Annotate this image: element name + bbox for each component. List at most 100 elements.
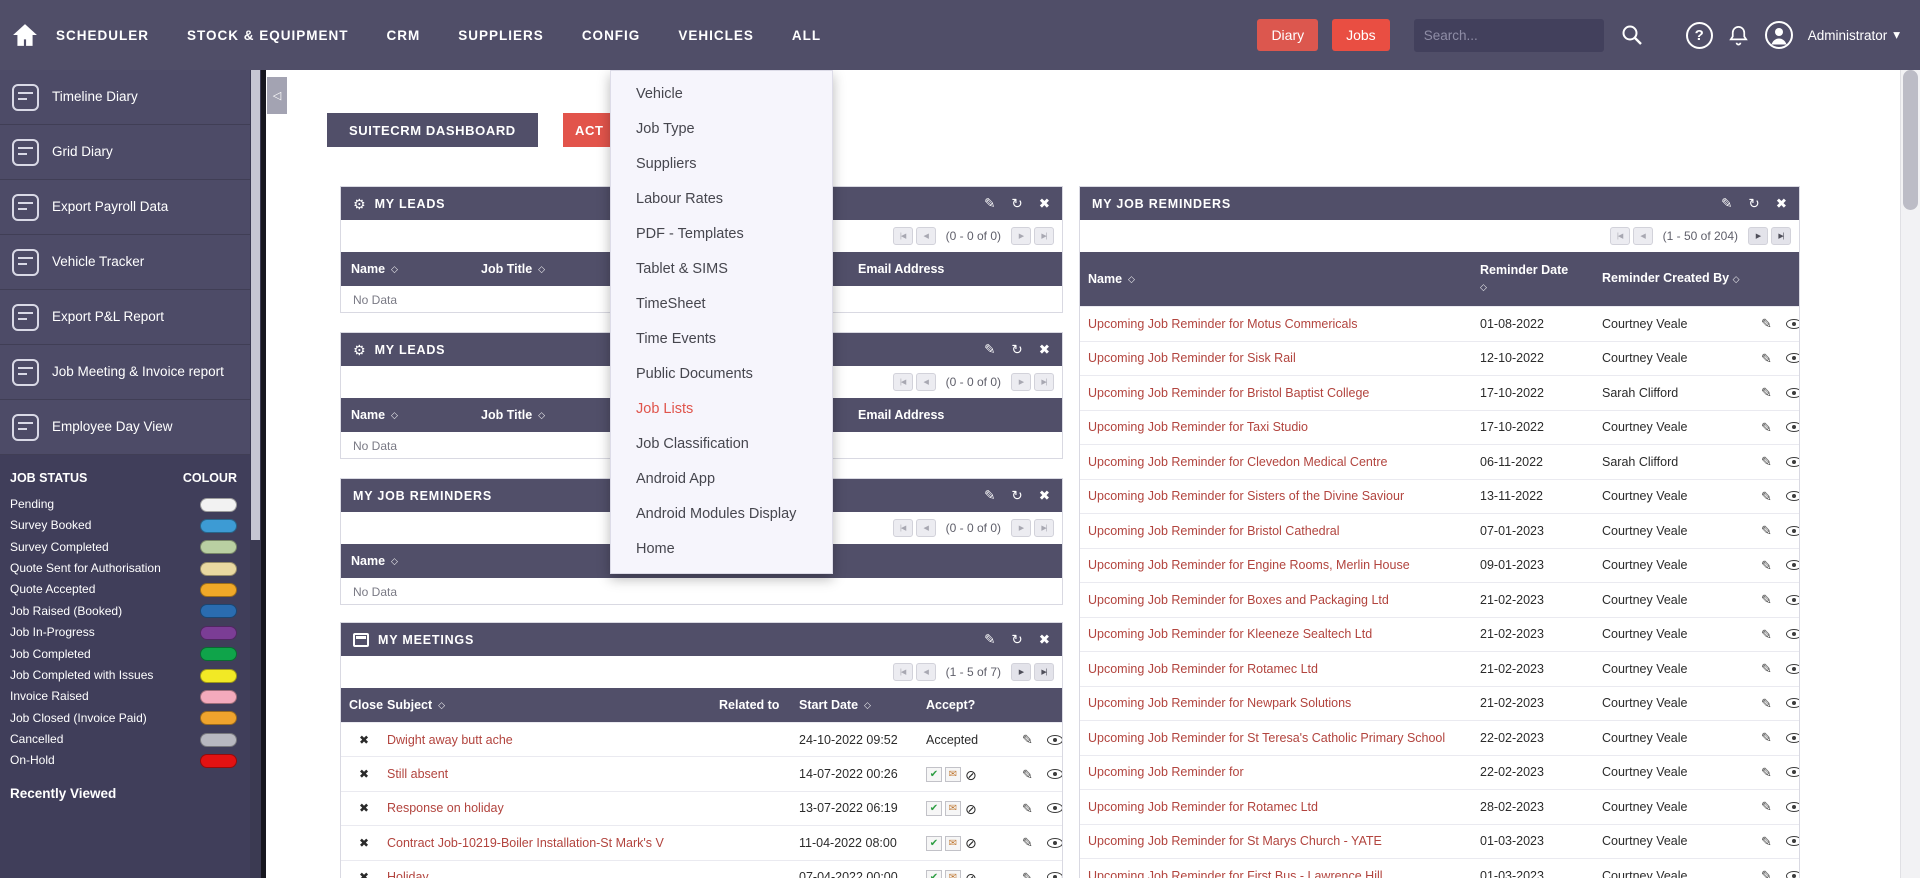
close-meeting-icon[interactable] [341,801,387,815]
refresh-panel-icon[interactable] [1748,197,1759,211]
config-menu-item[interactable]: Labour Rates [611,182,832,217]
reminder-link[interactable]: Upcoming Job Reminder for Taxi Studio [1088,420,1480,434]
column-header-start-date[interactable]: Start Date [799,698,926,712]
meeting-subject-link[interactable]: Still absent [387,767,719,781]
edit-icon[interactable] [1761,628,1772,641]
reminder-link[interactable]: Upcoming Job Reminder for St Marys Churc… [1088,834,1480,848]
close-meeting-icon[interactable] [341,870,387,878]
edit-icon[interactable] [1022,802,1033,815]
pagination-last-button[interactable] [1034,663,1054,681]
home-icon[interactable] [12,23,38,47]
meeting-subject-link[interactable]: Dwight away butt ache [387,733,719,747]
meeting-subject-link[interactable]: Contract Job-10219-Boiler Installation-S… [387,836,719,850]
edit-icon[interactable] [1761,421,1772,434]
search-input[interactable] [1423,27,1594,43]
view-icon[interactable] [1785,629,1799,640]
view-icon[interactable] [1785,387,1799,398]
reminder-link[interactable]: Upcoming Job Reminder for Newpark Soluti… [1088,696,1480,710]
help-icon[interactable] [1685,21,1713,49]
edit-panel-icon[interactable] [984,633,995,647]
view-icon[interactable] [1785,353,1799,364]
edit-icon[interactable] [1761,455,1772,468]
pagination-next-button[interactable] [1011,519,1031,537]
edit-icon[interactable] [1022,871,1033,878]
edit-icon[interactable] [1022,768,1033,781]
column-header-accept[interactable]: Accept? [926,698,1018,712]
view-icon[interactable] [1785,491,1799,502]
sidebar-item[interactable]: Job Meeting & Invoice report [0,345,250,400]
reminder-link[interactable]: Upcoming Job Reminder for [1088,765,1480,779]
config-menu-item[interactable]: Time Events [611,322,832,357]
view-icon[interactable] [1785,663,1799,674]
remove-panel-icon[interactable] [1039,343,1050,357]
remove-panel-icon[interactable] [1776,197,1787,211]
pagination-last-button[interactable] [1034,227,1054,245]
nav-item[interactable]: SUPPLIERS [458,28,544,43]
view-icon[interactable] [1785,525,1799,536]
close-meeting-icon[interactable] [341,767,387,781]
pagination-first-button[interactable] [892,519,913,537]
view-icon[interactable] [1785,594,1799,605]
refresh-panel-icon[interactable] [1011,489,1022,503]
column-header-name[interactable]: Name [351,262,481,276]
view-icon[interactable] [1046,803,1062,814]
reminder-link[interactable]: Upcoming Job Reminder for Engine Rooms, … [1088,558,1480,572]
decline-icon[interactable] [965,871,977,878]
config-menu-item[interactable]: TimeSheet [611,287,832,322]
nav-item[interactable]: SCHEDULER [56,28,149,43]
config-menu-item[interactable]: Android Modules Display [611,497,832,532]
accept-icon[interactable] [926,801,942,817]
view-icon[interactable] [1046,837,1062,848]
edit-icon[interactable] [1761,869,1772,878]
nav-item[interactable]: CRM [387,28,421,43]
remove-panel-icon[interactable] [1039,197,1050,211]
nav-item[interactable]: VEHICLES [678,28,754,43]
pagination-previous-button[interactable] [915,227,936,245]
reminder-link[interactable]: Upcoming Job Reminder for Rotamec Ltd [1088,662,1480,676]
tentative-icon[interactable] [945,870,961,878]
pagination-previous-button[interactable] [915,663,936,681]
sidebar-item[interactable]: Employee Day View [0,400,250,455]
reminder-link[interactable]: Upcoming Job Reminder for Bristol Cathed… [1088,524,1480,538]
sidebar-item[interactable]: Export Payroll Data [0,180,250,235]
column-header-created-by[interactable]: Reminder Created By [1602,271,1757,287]
config-menu-item[interactable]: Tablet & SIMS [611,252,832,287]
sidebar-scrollbar-thumb[interactable] [251,70,260,540]
edit-icon[interactable] [1761,559,1772,572]
view-icon[interactable] [1046,769,1062,780]
column-header-email[interactable]: Email Address [858,262,1062,276]
edit-panel-icon[interactable] [984,343,995,357]
refresh-panel-icon[interactable] [1011,197,1022,211]
refresh-panel-icon[interactable] [1011,633,1022,647]
edit-panel-icon[interactable] [984,489,995,503]
config-menu-item[interactable]: Suppliers [611,147,832,182]
diary-button[interactable]: Diary [1257,19,1319,51]
edit-icon[interactable] [1761,835,1772,848]
sidebar-item[interactable]: Grid Diary [0,125,250,180]
pagination-first-button[interactable] [892,373,913,391]
pagination-last-button[interactable] [1034,373,1054,391]
edit-icon[interactable] [1761,766,1772,779]
config-menu-item[interactable]: Job Classification [611,427,832,462]
reminder-link[interactable]: Upcoming Job Reminder for First Bus - La… [1088,869,1480,878]
decline-icon[interactable] [965,768,977,782]
edit-icon[interactable] [1761,593,1772,606]
close-meeting-icon[interactable] [341,836,387,850]
remove-panel-icon[interactable] [1039,489,1050,503]
column-header-subject[interactable]: Subject [387,698,719,712]
edit-panel-icon[interactable] [1721,197,1732,211]
reminder-link[interactable]: Upcoming Job Reminder for Sisk Rail [1088,351,1480,365]
notifications-icon[interactable] [1727,24,1750,47]
column-header-name[interactable]: Name [351,408,481,422]
pagination-next-button[interactable] [1011,663,1031,681]
view-icon[interactable] [1046,872,1062,878]
config-menu-item[interactable]: Job Type [611,112,832,147]
reminder-link[interactable]: Upcoming Job Reminder for Boxes and Pack… [1088,593,1480,607]
sidebar-item[interactable]: Timeline Diary [0,70,250,125]
tentative-icon[interactable] [945,767,961,783]
pagination-previous-button[interactable] [1632,227,1653,245]
pagination-first-button[interactable] [892,227,913,245]
nav-item[interactable]: STOCK & EQUIPMENT [187,28,349,43]
view-icon[interactable] [1785,456,1799,467]
view-icon[interactable] [1785,318,1799,329]
